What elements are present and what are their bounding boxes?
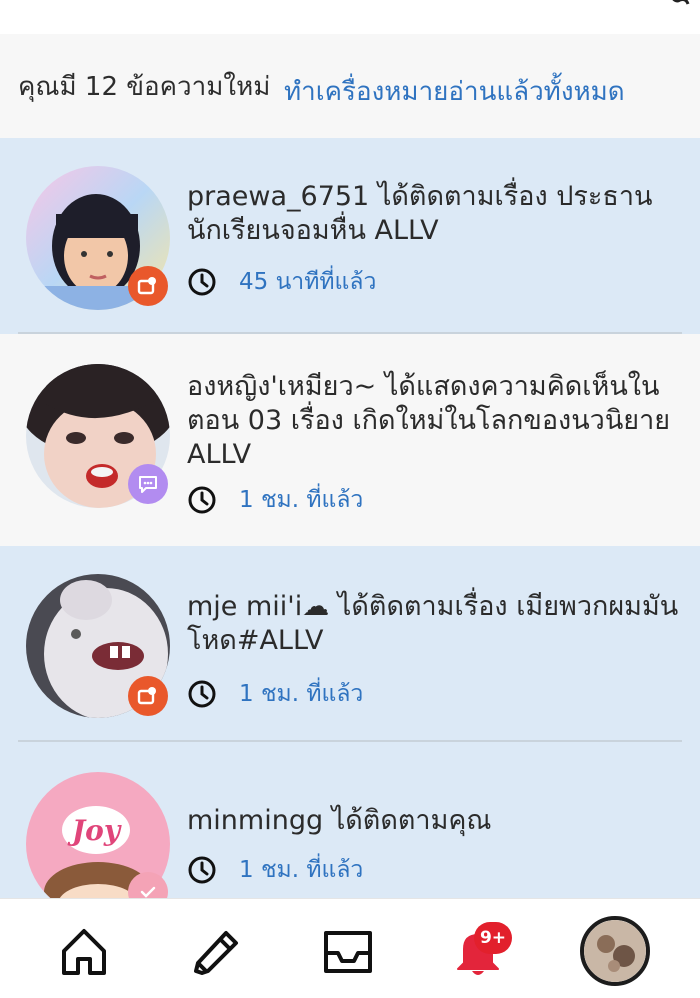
partial-icon bbox=[672, 0, 690, 5]
tab-write[interactable] bbox=[186, 921, 246, 981]
notification-list: praewa_6751 ได้ติดตามเรื่อง ประธานนักเรี… bbox=[0, 138, 700, 898]
notification-item[interactable]: Joy minmingg ได้ติดตามคุณ 1 ชม. ที่แล้ว bbox=[0, 742, 700, 898]
notification-item[interactable]: praewa_6751 ได้ติดตามเรื่อง ประธานนักเรี… bbox=[0, 138, 700, 334]
clock-icon bbox=[188, 486, 216, 514]
notification-text: minmingg ได้ติดตามคุณ bbox=[187, 805, 492, 836]
notification-time: 1 ชม. ที่แล้ว bbox=[187, 852, 363, 888]
check-icon bbox=[140, 886, 156, 898]
time-label: 1 ชม. ที่แล้ว bbox=[239, 857, 364, 883]
time-label: 45 นาทีที่แล้ว bbox=[239, 269, 377, 295]
clock-icon bbox=[188, 268, 216, 296]
follow-badge bbox=[128, 676, 168, 716]
pencil-icon bbox=[194, 931, 238, 975]
notification-item[interactable]: องหญิง'เหมียว~ ได้แสดงความคิดเห็นในตอน 0… bbox=[0, 334, 700, 546]
clock-icon bbox=[188, 856, 216, 884]
top-bar bbox=[0, 0, 700, 34]
tab-inbox[interactable] bbox=[318, 921, 378, 981]
comment-icon bbox=[139, 476, 157, 493]
notification-item[interactable]: mje mii'i☁ ได้ติดตามเรื่อง เมียพวกผมมันโ… bbox=[0, 546, 700, 742]
tab-profile[interactable] bbox=[580, 916, 650, 986]
mark-all-read-link[interactable]: ทำเครื่องหมายอ่านแล้วทั้งหมด bbox=[284, 71, 625, 112]
profile-avatar bbox=[584, 920, 646, 982]
clock-icon bbox=[188, 680, 216, 708]
comment-badge bbox=[128, 464, 168, 504]
time-label: 1 ชม. ที่แล้ว bbox=[239, 487, 364, 513]
notification-header: คุณมี 12 ข้อความใหม่ ทำเครื่องหมายอ่านแล… bbox=[0, 34, 700, 138]
follow-badge bbox=[128, 266, 168, 306]
notification-text: praewa_6751 ได้ติดตามเรื่อง ประธานนักเรี… bbox=[187, 181, 653, 246]
notification-text: mje mii'i☁ ได้ติดตามเรื่อง เมียพวกผมมันโ… bbox=[187, 591, 679, 656]
follow-icon bbox=[137, 687, 156, 705]
notification-count-badge: 9+ bbox=[474, 922, 512, 954]
tab-home[interactable] bbox=[54, 921, 114, 981]
inbox-icon bbox=[324, 931, 372, 973]
follow-icon bbox=[137, 277, 156, 295]
avatar-logo-text: Joy bbox=[67, 814, 122, 847]
notification-time: 1 ชม. ที่แล้ว bbox=[187, 482, 363, 518]
notification-time: 1 ชม. ที่แล้ว bbox=[187, 676, 363, 712]
home-icon bbox=[62, 929, 106, 975]
new-message-count: คุณมี 12 ข้อความใหม่ bbox=[18, 71, 271, 102]
notification-time: 45 นาทีที่แล้ว bbox=[187, 264, 376, 300]
time-label: 1 ชม. ที่แล้ว bbox=[239, 681, 364, 707]
notification-text: องหญิง'เหมียว~ ได้แสดงความคิดเห็นในตอน 0… bbox=[187, 371, 671, 470]
